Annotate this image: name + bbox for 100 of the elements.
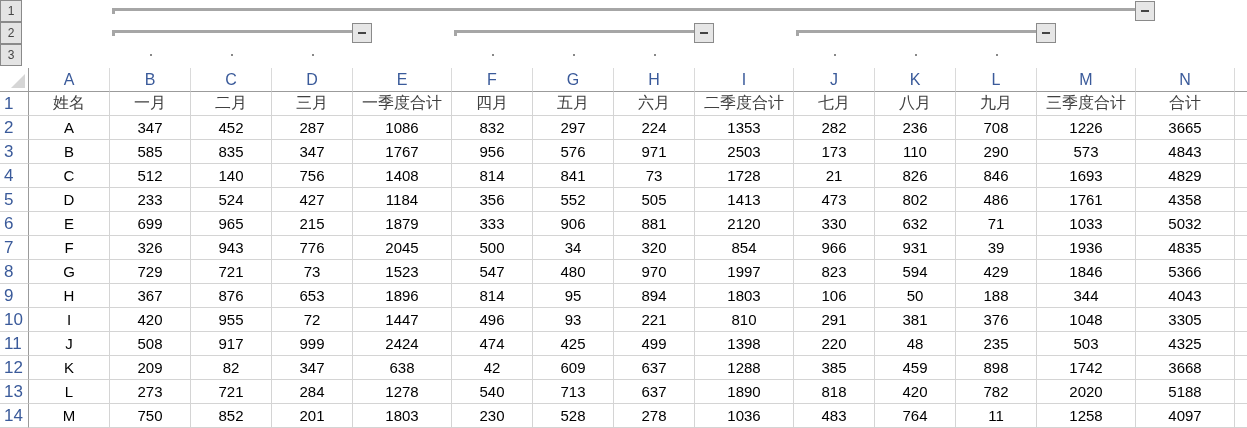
column-header[interactable]: N — [1136, 68, 1235, 92]
table-cell: 1728 — [695, 164, 794, 188]
row-header[interactable]: 12 — [0, 356, 29, 380]
table-cell: 750 — [110, 404, 191, 428]
table-cell: 500 — [452, 236, 533, 260]
collapse-button[interactable] — [1135, 1, 1155, 21]
table-cell: 330 — [794, 212, 875, 236]
table-cell: 235 — [956, 332, 1037, 356]
table-cell: 5032 — [1136, 212, 1235, 236]
row-header[interactable]: 1 — [0, 92, 29, 116]
column-header[interactable]: D — [272, 68, 353, 92]
table-cell: 3668 — [1136, 356, 1235, 380]
row-header[interactable]: 2 — [0, 116, 29, 140]
table-cell: 1693 — [1037, 164, 1136, 188]
row-header[interactable]: 6 — [0, 212, 29, 236]
collapse-button[interactable] — [352, 23, 372, 43]
column-header[interactable]: L — [956, 68, 1037, 92]
row-header[interactable]: 7 — [0, 236, 29, 260]
table-cell: 5366 — [1136, 260, 1235, 284]
table-cell: 48 — [875, 332, 956, 356]
column-header[interactable]: M — [1037, 68, 1136, 92]
table-cell: 1398 — [695, 332, 794, 356]
row-header[interactable]: 5 — [0, 188, 29, 212]
column-header[interactable]: B — [110, 68, 191, 92]
table-cell: 480 — [533, 260, 614, 284]
collapse-button[interactable] — [694, 23, 714, 43]
table-cell: 233 — [110, 188, 191, 212]
table-cell: 273 — [110, 380, 191, 404]
row-header[interactable]: 14 — [0, 404, 29, 428]
table-cell: 814 — [452, 284, 533, 308]
table-cell: E — [29, 212, 110, 236]
table-cell: 376 — [956, 308, 1037, 332]
select-all-button[interactable] — [0, 68, 29, 92]
table-cell: 708 — [956, 116, 1037, 140]
column-header[interactable]: H — [614, 68, 695, 92]
row-header[interactable]: 8 — [0, 260, 29, 284]
table-cell: 71 — [956, 212, 1037, 236]
table-cell: 782 — [956, 380, 1037, 404]
table-cell: 420 — [110, 308, 191, 332]
column-header[interactable]: G — [533, 68, 614, 92]
column-header[interactable]: E — [353, 68, 452, 92]
table-cell: 1890 — [695, 380, 794, 404]
table-cell: 11 — [956, 404, 1037, 428]
table-cell: 110 — [875, 140, 956, 164]
table-cell: 347 — [110, 116, 191, 140]
column-header[interactable]: J — [794, 68, 875, 92]
table-cell: 483 — [794, 404, 875, 428]
table-cell: 876 — [191, 284, 272, 308]
outline-level-button[interactable]: 1 — [0, 0, 22, 22]
column-header[interactable]: A — [29, 68, 110, 92]
table-cell: 1742 — [1037, 356, 1136, 380]
table-cell: 943 — [191, 236, 272, 260]
table-cell: 1879 — [353, 212, 452, 236]
table-cell: 5188 — [1136, 380, 1235, 404]
table-cell: 4843 — [1136, 140, 1235, 164]
row-header[interactable]: 10 — [0, 308, 29, 332]
table-cell: 505 — [614, 188, 695, 212]
table-cell: 496 — [452, 308, 533, 332]
row-header[interactable]: 11 — [0, 332, 29, 356]
table-cell: 4325 — [1136, 332, 1235, 356]
table-cell: 721 — [191, 260, 272, 284]
table-cell: 356 — [452, 188, 533, 212]
table-cell: 2424 — [353, 332, 452, 356]
table-cell: 72 — [272, 308, 353, 332]
column-header[interactable]: I — [695, 68, 794, 92]
row-header[interactable]: 4 — [0, 164, 29, 188]
table-cell: 486 — [956, 188, 1037, 212]
table-cell: 906 — [533, 212, 614, 236]
table-cell: 3305 — [1136, 308, 1235, 332]
table-cell: 2503 — [695, 140, 794, 164]
row-header[interactable]: 9 — [0, 284, 29, 308]
table-cell: 三季度合计 — [1037, 92, 1136, 116]
table-cell: 1896 — [353, 284, 452, 308]
table-cell: 1086 — [353, 116, 452, 140]
table-cell: 二季度合计 — [695, 92, 794, 116]
table-cell: L — [29, 380, 110, 404]
column-header[interactable]: K — [875, 68, 956, 92]
table-cell: 1413 — [695, 188, 794, 212]
row-header[interactable]: 13 — [0, 380, 29, 404]
collapse-button[interactable] — [1036, 23, 1056, 43]
column-header[interactable]: C — [191, 68, 272, 92]
table-cell: 894 — [614, 284, 695, 308]
table-cell: 841 — [533, 164, 614, 188]
table-cell: 220 — [794, 332, 875, 356]
table-cell: 173 — [794, 140, 875, 164]
column-header[interactable]: F — [452, 68, 533, 92]
table-cell: 1846 — [1037, 260, 1136, 284]
table-cell: 42 — [452, 356, 533, 380]
table-cell: 209 — [110, 356, 191, 380]
table-cell: 528 — [533, 404, 614, 428]
outline-level-button[interactable]: 2 — [0, 22, 22, 44]
table-cell: 4358 — [1136, 188, 1235, 212]
table-cell: 721 — [191, 380, 272, 404]
table-cell: 898 — [956, 356, 1037, 380]
row-header[interactable]: 3 — [0, 140, 29, 164]
table-cell: 五月 — [533, 92, 614, 116]
table-cell: 4097 — [1136, 404, 1235, 428]
outline-level-button[interactable]: 3 — [0, 44, 22, 66]
table-cell: B — [29, 140, 110, 164]
table-cell: 1803 — [353, 404, 452, 428]
